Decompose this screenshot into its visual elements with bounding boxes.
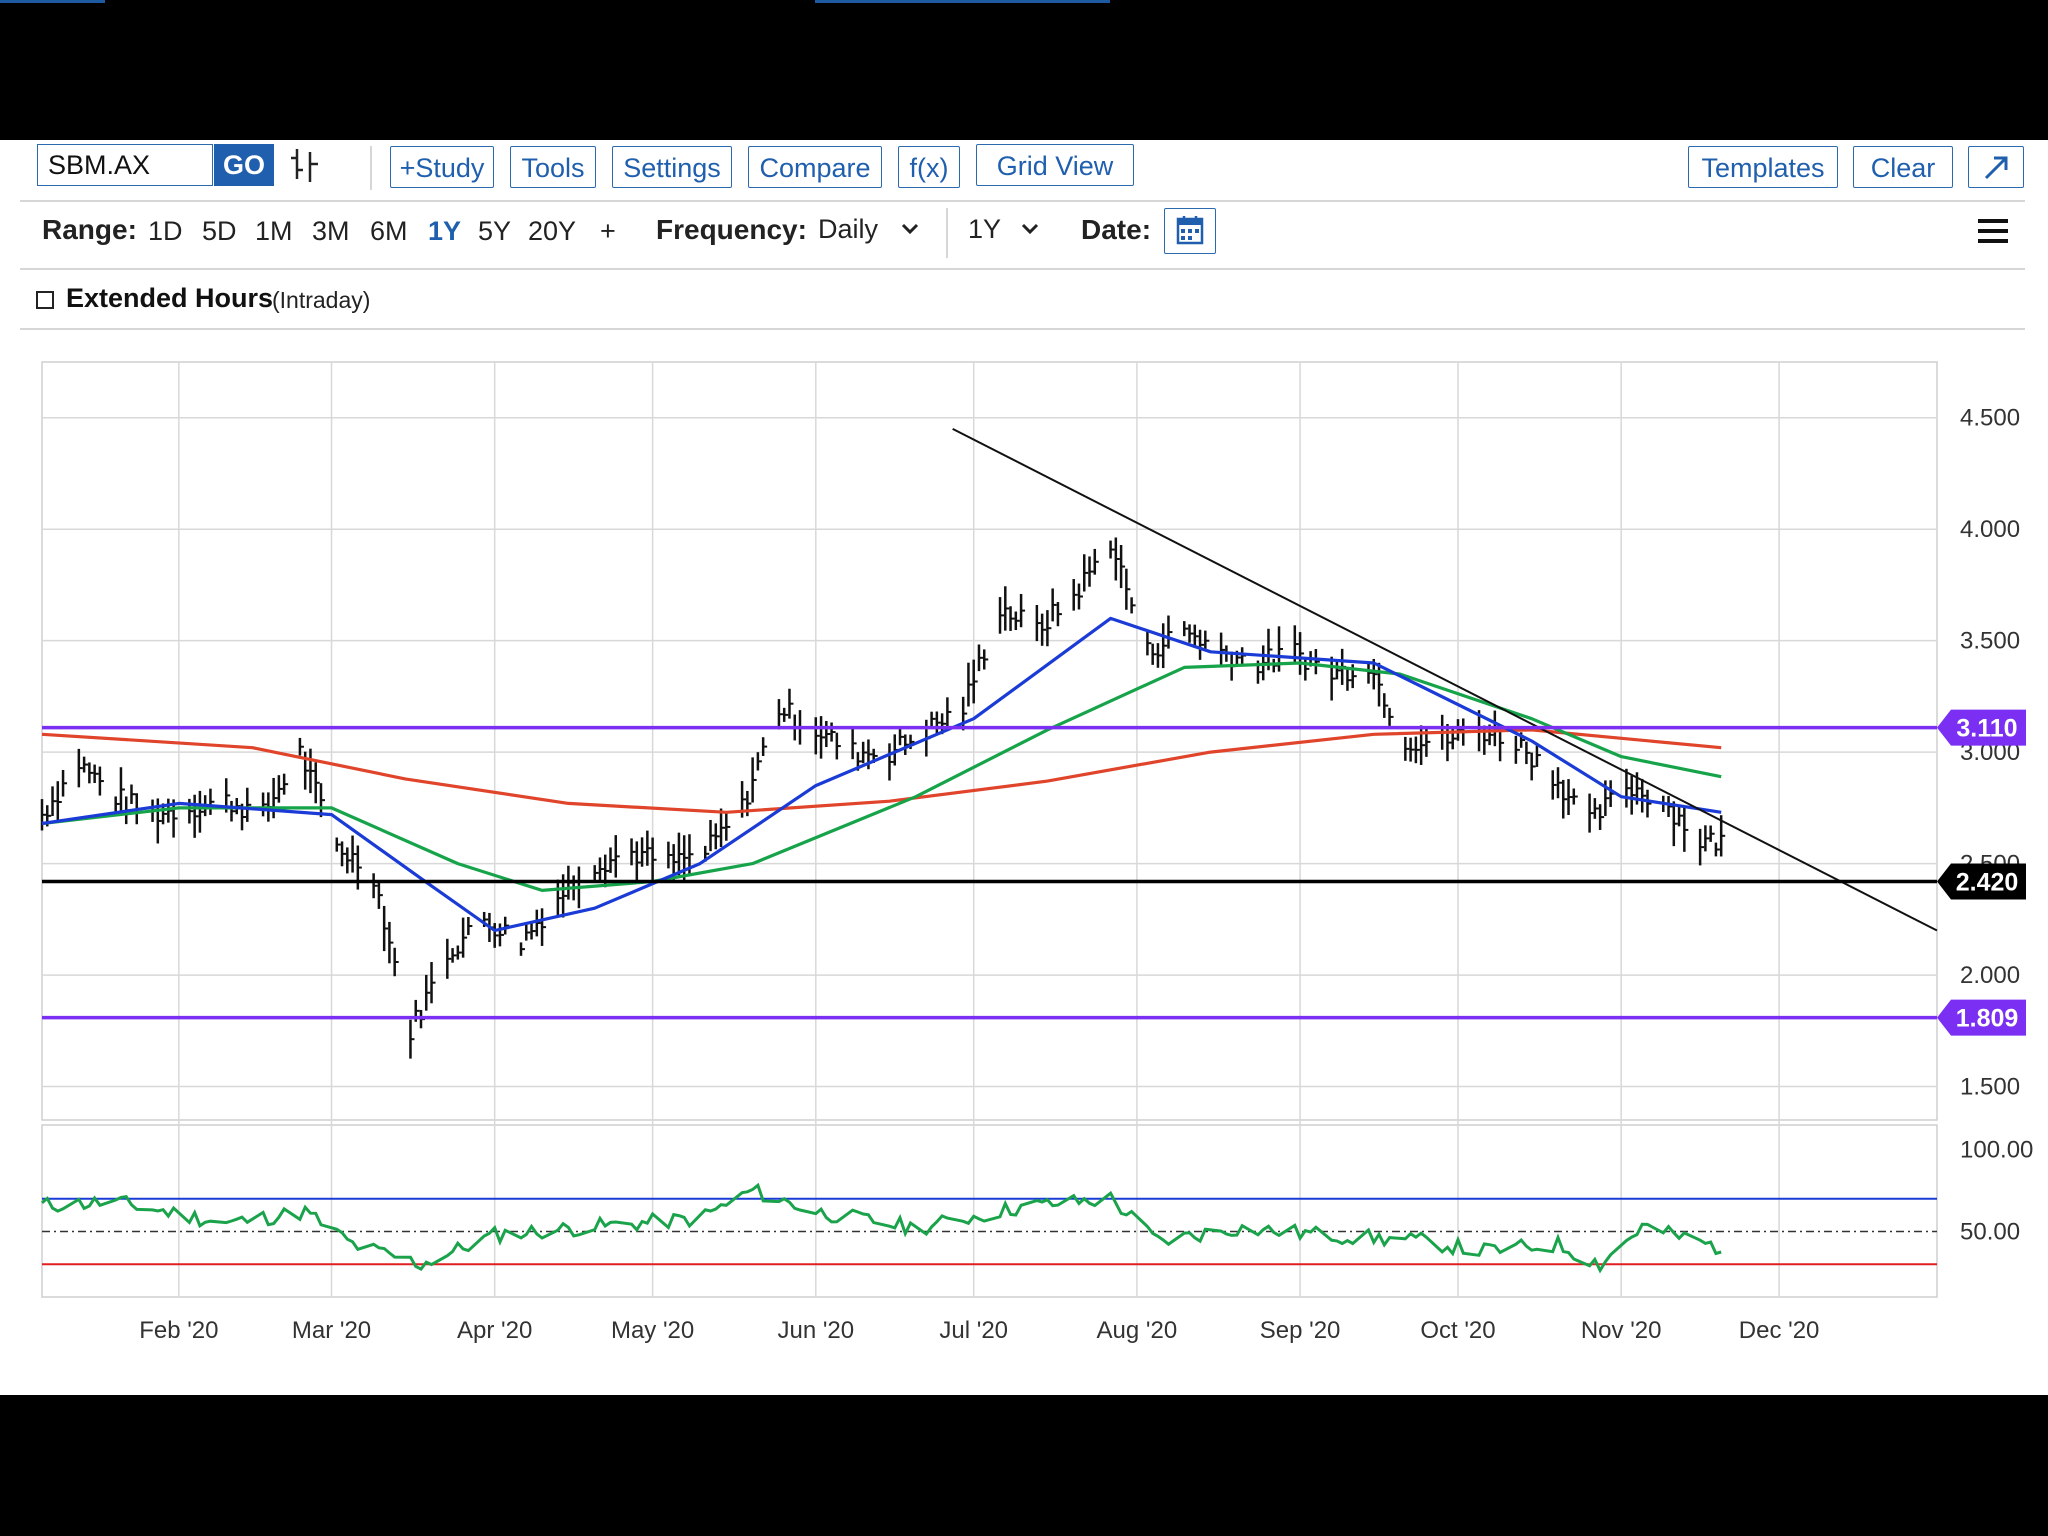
x-tick-label: Mar '20 — [292, 1317, 371, 1344]
x-tick-label: Sep '20 — [1260, 1317, 1341, 1344]
y-tick-label: 1.500 — [1960, 1074, 2020, 1101]
x-tick-label: Feb '20 — [139, 1317, 218, 1344]
price-chart[interactable]: Feb '20 Mar '20 Apr '20 May '20 Jun '20 Jul '… — [0, 140, 2048, 1395]
rsi-y-tick-label: 100.00 — [1960, 1137, 2033, 1164]
y-tick-label: 3.500 — [1960, 628, 2020, 655]
x-tick-label: Oct '20 — [1420, 1317, 1495, 1344]
y-tick-label: 4.500 — [1960, 405, 2020, 432]
x-tick-label: Apr '20 — [457, 1317, 532, 1344]
y-tick-label: 2.000 — [1960, 962, 2020, 989]
x-tick-label: Dec '20 — [1739, 1317, 1820, 1344]
level-label: 2.420 — [1956, 868, 2019, 896]
chart-app: GO +Study Tools Settings Compare f(x) Gr… — [0, 140, 2048, 1395]
x-tick-label: Jul '20 — [939, 1317, 1008, 1344]
rsi-y-tick-label: 50.00 — [1960, 1218, 2020, 1245]
rsi-panel-frame — [41, 1124, 1938, 1298]
y-tick-label: 4.000 — [1960, 516, 2020, 543]
x-tick-label: Aug '20 — [1097, 1317, 1178, 1344]
x-tick-label: Jun '20 — [777, 1317, 854, 1344]
x-tick-label: May '20 — [611, 1317, 694, 1344]
x-tick-label: Nov '20 — [1581, 1317, 1662, 1344]
level-label: 3.110 — [1956, 715, 2017, 743]
level-label: 1.809 — [1956, 1005, 2019, 1033]
